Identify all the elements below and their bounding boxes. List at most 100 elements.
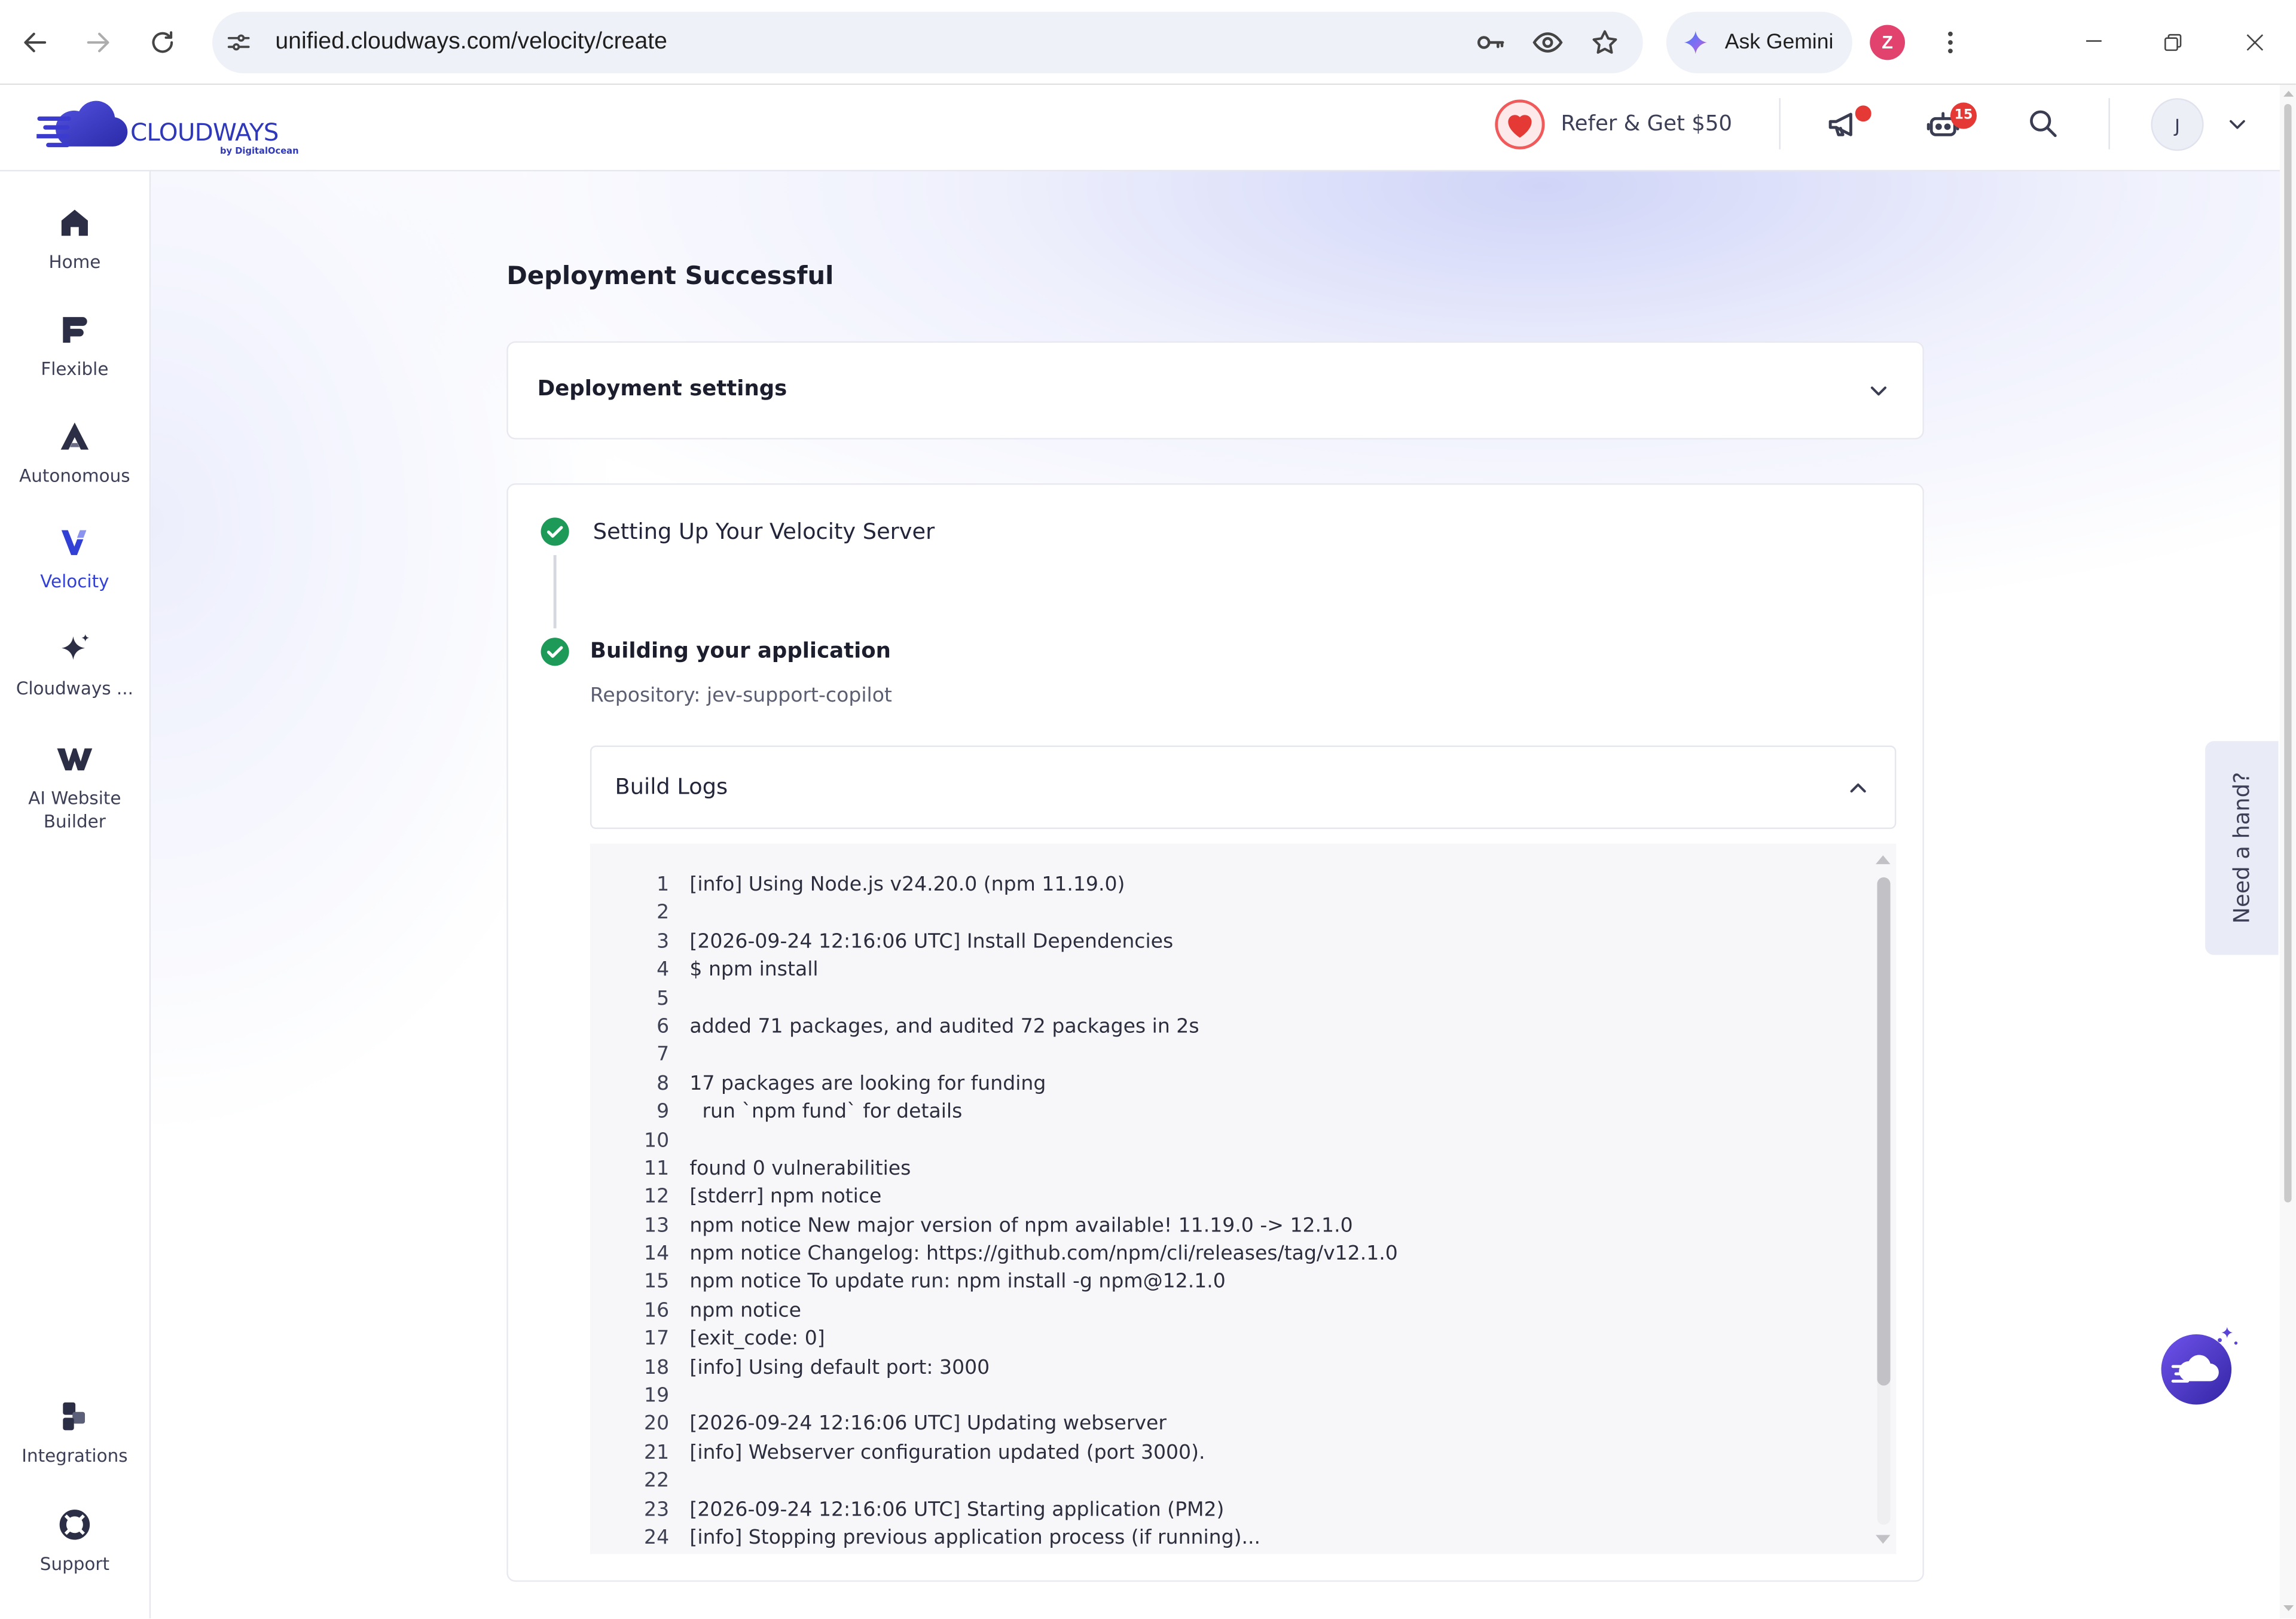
log-line-text: [stderr] npm notice [689,1185,882,1209]
log-line: 6 added 71 packages, and audited 72 packa… [590,1014,1849,1042]
chevron-down-icon[interactable] [1866,378,1892,404]
flexible-icon [56,310,94,349]
browser-profile-avatar[interactable]: Z [1870,25,1906,60]
sidebar-item-cloudways-ai[interactable]: Cloudways ... [0,630,149,701]
cloudways-logo[interactable]: CLOUDWAYS by DigitalOcean [36,97,300,161]
url-text[interactable]: unified.cloudways.com/velocity/create [275,12,667,74]
check-circle-icon [539,516,570,547]
sidebar-item-ai-website-builder[interactable]: AI Website Builder [0,740,149,834]
sidebar-item-label: Home [48,252,101,273]
sidebar-item-label: Cloudways ... [16,678,133,699]
log-line: 12 [stderr] npm notice [590,1184,1849,1212]
sidebar-item-integrations[interactable]: Integrations [0,1397,149,1468]
build-log-output[interactable]: 1 [info] Using Node.js v24.20.0 (npm 11.1… [590,843,1897,1554]
cloud-logo-icon [36,100,130,153]
log-line-text: npm notice To update run: npm install -g… [689,1270,1226,1294]
log-line: 23 [2026-09-24 12:16:06 UTC] Starting app… [590,1496,1849,1525]
log-line-text: [2026-09-24 12:16:06 UTC] Updating webse… [689,1412,1167,1436]
log-line: 9 run `npm fund` for details [590,1099,1849,1127]
sidebar-item-label: Support [39,1554,109,1575]
need-a-hand-label: Need a hand? [2228,772,2255,924]
main-content: Deployment Successful Deployment setting… [151,171,2280,1619]
log-line-number: 15 [644,1270,670,1294]
log-line-text: [2026-09-24 12:16:06 UTC] Install Depend… [689,929,1174,953]
log-line: 10 [590,1127,1849,1155]
heart-icon[interactable] [1494,98,1546,151]
log-line-number: 4 [657,958,670,982]
step-server-setup: Setting Up Your Velocity Server [593,518,935,545]
autonomous-icon [56,417,94,456]
log-line-number: 10 [644,1128,670,1152]
bookmark-star-icon[interactable] [1590,28,1620,57]
log-line-text: [2026-09-24 12:16:06 UTC] Starting appli… [689,1498,1225,1522]
cloudways-bot-icon[interactable] [2160,1321,2245,1406]
log-line-text: [info] Using Node.js v24.20.0 (npm 11.19… [689,873,1125,897]
chevron-down-icon[interactable] [2224,111,2251,138]
log-line: 15 npm notice To update run: npm install … [590,1269,1849,1297]
log-line: 24 [info] Stopping previous application p… [590,1525,1849,1553]
address-bar[interactable]: unified.cloudways.com/velocity/create [212,11,1643,74]
log-line: 8 17 packages are looking for funding [590,1070,1849,1098]
more-vert-icon[interactable] [1935,28,1965,57]
sidebar-item-label: Integrations [22,1446,128,1466]
sidebar-item-velocity[interactable]: Velocity [0,523,149,594]
sidebar-item-autonomous[interactable]: Autonomous [0,417,149,489]
header-divider [2108,98,2110,150]
build-log-lines: 1 [info] Using Node.js v24.20.0 (npm 11.1… [590,871,1849,1553]
page-scrollbar[interactable] [2279,85,2296,1619]
minimize-icon[interactable] [2081,28,2107,54]
log-line-number: 3 [657,929,670,953]
log-line-number: 20 [644,1412,670,1436]
log-scrollbar-thumb[interactable] [1877,877,1891,1386]
forward-arrow-icon[interactable] [84,28,113,57]
need-a-hand-tab[interactable]: Need a hand? [2205,741,2279,955]
log-line: 1 [info] Using Node.js v24.20.0 (npm 11.1… [590,871,1849,900]
step-build-application: Building your application [590,640,891,664]
sidebar: Home Flexible Autonomous Velocity Cloudw… [0,171,151,1619]
refer-link[interactable]: Refer & Get $50 [1561,85,1732,164]
logo-byline: by DigitalOcean [220,146,299,157]
deployment-settings-accordion[interactable]: Deployment settings [506,341,1924,440]
search-icon[interactable] [2026,106,2059,140]
password-key-icon[interactable] [1474,26,1507,59]
site-settings-icon[interactable] [225,29,252,56]
scroll-down-arrow-icon[interactable] [2282,1604,2294,1613]
log-line-number: 23 [644,1498,670,1522]
sidebar-item-label: AI Website Builder [28,788,121,831]
log-line-text: [info] Stopping previous application pro… [689,1526,1261,1550]
scroll-up-arrow-icon[interactable] [2282,89,2294,98]
chevron-up-icon[interactable] [1845,775,1871,801]
sidebar-item-flexible[interactable]: Flexible [0,310,149,382]
build-logs-accordion[interactable]: Build Logs [590,745,1897,830]
scroll-down-arrow-icon[interactable] [1874,1532,1892,1547]
reload-icon[interactable] [148,28,177,57]
log-line-text: npm notice [689,1298,801,1323]
eye-icon[interactable] [1532,26,1564,59]
page-scrollbar-thumb[interactable] [2284,103,2292,1203]
back-arrow-icon[interactable] [20,28,50,57]
sidebar-item-label: Flexible [41,358,109,380]
notification-dot [1855,105,1871,122]
log-line-number: 9 [657,1100,670,1124]
bot-badge: 15 [1950,102,1977,129]
repository-label: Repository: jev-support-copilot [590,684,892,708]
logo-wordmark: CLOUDWAYS [130,118,279,147]
log-line-number: 8 [657,1071,670,1096]
ask-gemini-button[interactable]: Ask Gemini [1666,11,1852,74]
scroll-up-arrow-icon[interactable] [1874,852,1892,867]
user-avatar[interactable]: J [2151,98,2204,151]
log-line: 18 [info] Using default port: 3000 [590,1354,1849,1382]
website-builder-icon [56,740,94,778]
close-icon[interactable] [2242,29,2268,56]
header-divider [1779,98,1781,150]
log-line-number: 2 [657,901,670,925]
log-line: 2 [590,900,1849,928]
log-line-text: npm notice Changelog: https://github.com… [689,1242,1398,1266]
sidebar-item-home[interactable]: Home [0,203,149,275]
step-connector [553,555,557,629]
sidebar-item-support[interactable]: Support [0,1505,149,1577]
restore-icon[interactable] [2160,29,2186,56]
log-line-text: found 0 vulnerabilities [689,1157,911,1181]
log-line: 13 npm notice New major version of npm av… [590,1212,1849,1240]
log-line-number: 6 [657,1014,670,1039]
